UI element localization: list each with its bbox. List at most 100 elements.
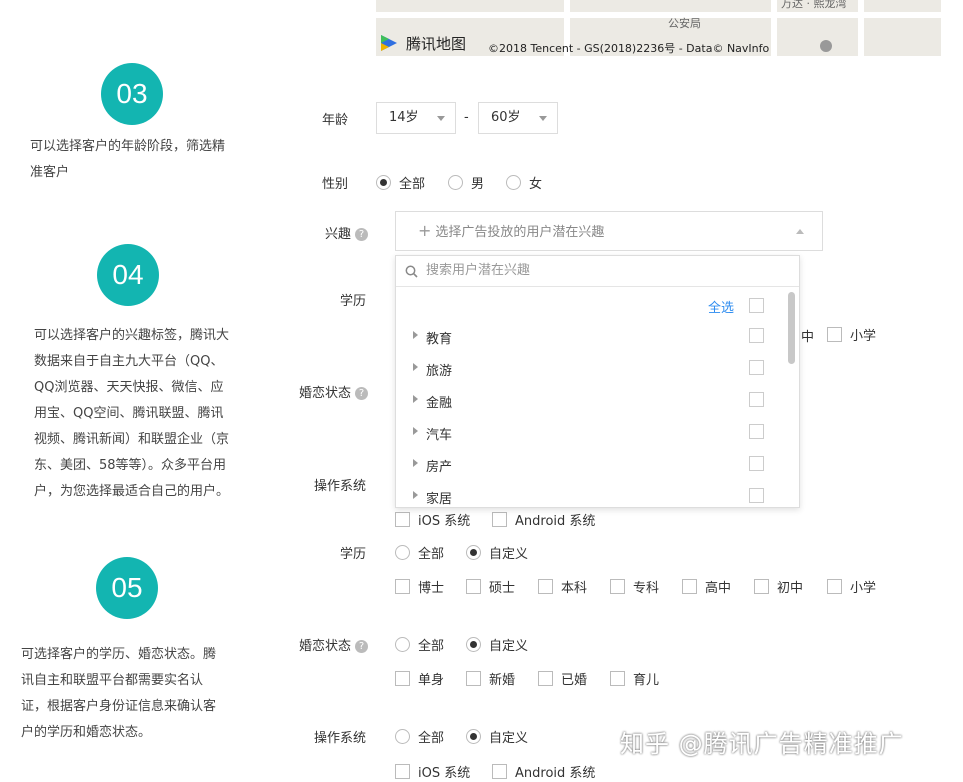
item-label: 旅游 xyxy=(426,360,452,379)
map-logo: 腾讯地图 xyxy=(378,32,466,54)
gender-label: 性别 xyxy=(278,173,348,192)
checkbox-label: 已婚 xyxy=(561,669,587,688)
interest-item-home[interactable]: 家居 xyxy=(396,480,786,508)
checkbox xyxy=(466,579,481,594)
marital-checkbox-parenting[interactable]: 育儿 xyxy=(610,669,659,688)
checkbox xyxy=(395,764,410,779)
checkbox xyxy=(492,764,507,779)
os-checkbox-ios[interactable]: iOS 系统 xyxy=(395,762,470,781)
checkbox-label: 小学 xyxy=(850,577,876,596)
plus-icon: + xyxy=(418,221,431,240)
radio-checked xyxy=(466,545,481,560)
os-checkbox-android[interactable]: Android 系统 xyxy=(492,762,595,781)
step-badge-05: 05 xyxy=(96,557,158,619)
os-radio-custom[interactable]: 自定义 xyxy=(466,727,528,746)
checkbox-label: iOS 系统 xyxy=(418,762,470,781)
item-label: 教育 xyxy=(426,328,452,347)
radio-label: 全部 xyxy=(418,635,444,654)
checkbox[interactable] xyxy=(749,360,764,375)
search-placeholder: 搜索用户潜在兴趣 xyxy=(426,263,530,278)
marital-radio-all[interactable]: 全部 xyxy=(395,635,444,654)
help-icon[interactable]: ? xyxy=(355,228,368,241)
edu-checkbox-doctor[interactable]: 博士 xyxy=(395,577,444,596)
caret-right-icon[interactable] xyxy=(413,363,418,371)
interest-dropdown[interactable]: 搜索用户潜在兴趣 全选 教育 旅游 金融 汽车 房产 家居 xyxy=(395,255,800,508)
interest-label-text: 兴趣 xyxy=(325,227,351,242)
marital-checkbox-married[interactable]: 已婚 xyxy=(538,669,587,688)
os-label-upper: 操作系统 xyxy=(296,475,366,494)
item-label: 房产 xyxy=(426,456,452,475)
edu-checkbox-master[interactable]: 硕士 xyxy=(466,577,515,596)
interest-item-education[interactable]: 教育 xyxy=(396,320,786,352)
help-icon[interactable]: ? xyxy=(355,387,368,400)
gender-radio-male[interactable]: 男 xyxy=(448,173,484,192)
checkbox-label: 初中 xyxy=(777,577,803,596)
checkbox xyxy=(827,579,842,594)
map-copyright: ©2018 Tencent - GS(2018)2236号 - Data© Na… xyxy=(488,40,769,56)
marital-label-upper: 婚恋状态? xyxy=(276,382,368,401)
item-label: 汽车 xyxy=(426,424,452,443)
age-to-select[interactable]: 60岁 xyxy=(478,102,558,134)
caret-right-icon[interactable] xyxy=(413,395,418,403)
edu-checkbox-bachelor[interactable]: 本科 xyxy=(538,577,587,596)
radio-label: 自定义 xyxy=(489,727,528,746)
age-from-select[interactable]: 14岁 xyxy=(376,102,456,134)
edu-checkbox-primary[interactable]: 小学 xyxy=(827,577,876,596)
chevron-down-icon xyxy=(539,116,547,121)
interest-item-realestate[interactable]: 房产 xyxy=(396,448,786,480)
edu-checkbox-college[interactable]: 专科 xyxy=(610,577,659,596)
radio-unchecked xyxy=(448,175,463,190)
checkbox[interactable] xyxy=(749,392,764,407)
radio-unchecked xyxy=(506,175,521,190)
edu-label-upper: 学历 xyxy=(296,290,366,309)
watermark: 知乎 @腾讯广告精准推广 xyxy=(620,724,904,759)
select-all-row[interactable]: 全选 xyxy=(396,290,786,322)
marital-checkbox-single[interactable]: 单身 xyxy=(395,669,444,688)
dropdown-scrollbar[interactable] xyxy=(788,292,795,364)
checkbox[interactable] xyxy=(749,424,764,439)
interest-select[interactable]: +选择广告投放的用户潜在兴趣 xyxy=(395,211,823,251)
os-radio-all[interactable]: 全部 xyxy=(395,727,444,746)
caret-right-icon[interactable] xyxy=(413,459,418,467)
caret-right-icon[interactable] xyxy=(413,427,418,435)
edu-checkbox-primary-upper[interactable]: 小学 xyxy=(827,325,876,344)
caret-right-icon[interactable] xyxy=(413,491,418,499)
edu-radio-custom[interactable]: 自定义 xyxy=(466,543,528,562)
marital-radio-custom[interactable]: 自定义 xyxy=(466,635,528,654)
gender-radio-female[interactable]: 女 xyxy=(506,173,542,192)
interest-item-travel[interactable]: 旅游 xyxy=(396,352,786,384)
chevron-down-icon xyxy=(437,116,445,121)
checkbox[interactable] xyxy=(749,328,764,343)
marital-label: 婚恋状态? xyxy=(276,635,368,654)
checkbox xyxy=(827,327,842,342)
edu-checkbox-highschool[interactable]: 高中 xyxy=(682,577,731,596)
age-separator: - xyxy=(464,110,469,125)
os-checkbox-ios-upper[interactable]: iOS 系统 xyxy=(395,510,470,529)
interest-item-auto[interactable]: 汽车 xyxy=(396,416,786,448)
select-all-link[interactable]: 全选 xyxy=(708,297,734,316)
checkbox[interactable] xyxy=(749,456,764,471)
gender-radio-all[interactable]: 全部 xyxy=(376,173,425,192)
step-badge-04: 04 xyxy=(97,244,159,306)
age-from-value: 14岁 xyxy=(389,110,419,125)
map-poi-police: 公安局 xyxy=(668,15,701,31)
radio-checked xyxy=(466,729,481,744)
os-checkbox-android-upper[interactable]: Android 系统 xyxy=(492,510,595,529)
interest-label: 兴趣? xyxy=(296,223,368,242)
checkbox-label: 新婚 xyxy=(489,669,515,688)
edu-checkbox-middleschool[interactable]: 初中 xyxy=(754,577,803,596)
caret-right-icon[interactable] xyxy=(413,331,418,339)
step-04-description: 可以选择客户的兴趣标签，腾讯大 数据来自于自主九大平台（QQ、 QQ浏览器、天天… xyxy=(34,323,229,505)
radio-label: 全部 xyxy=(418,727,444,746)
checkbox-label: 专科 xyxy=(633,577,659,596)
checkbox[interactable] xyxy=(749,488,764,503)
help-icon[interactable]: ? xyxy=(355,640,368,653)
os-label: 操作系统 xyxy=(296,727,366,746)
marital-label-text: 婚恋状态 xyxy=(299,386,351,401)
checkbox-label: Android 系统 xyxy=(515,510,595,529)
interest-item-finance[interactable]: 金融 xyxy=(396,384,786,416)
marital-checkbox-newlywed[interactable]: 新婚 xyxy=(466,669,515,688)
interest-search-input[interactable]: 搜索用户潜在兴趣 xyxy=(396,256,799,287)
checkbox[interactable] xyxy=(749,298,764,313)
edu-radio-all[interactable]: 全部 xyxy=(395,543,444,562)
